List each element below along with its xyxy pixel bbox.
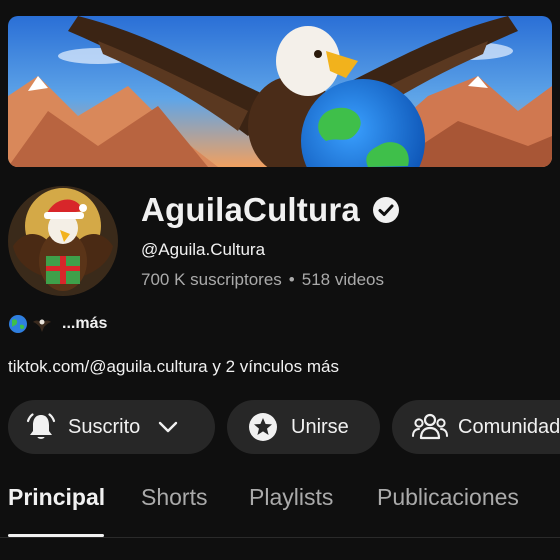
globe-emoji-icon <box>9 315 27 333</box>
verified-check-icon <box>372 197 399 223</box>
tab-publicaciones[interactable]: Publicaciones <box>377 484 519 511</box>
subscribed-button[interactable]: Suscrito <box>8 400 215 454</box>
subscribed-label: Suscrito <box>68 415 141 438</box>
channel-title: AguilaCultura <box>141 190 400 230</box>
channel-banner <box>8 16 552 167</box>
join-label: Unirse <box>291 415 349 438</box>
action-buttons: Suscrito Unirse Comunidad <box>8 400 560 454</box>
channel-description[interactable]: ...más <box>8 314 107 334</box>
community-label: Comunidad <box>458 415 560 438</box>
channel-tabs: Principal Shorts Playlists Publicaciones <box>0 484 560 540</box>
join-button[interactable]: Unirse <box>227 400 380 454</box>
subscriber-count: 700 K suscriptores <box>141 270 282 289</box>
video-count: 518 videos <box>301 270 384 289</box>
channel-name: AguilaCultura <box>141 191 360 228</box>
description-more-link[interactable]: ...más <box>62 315 107 333</box>
tab-shorts[interactable]: Shorts <box>141 484 207 511</box>
tab-playlists[interactable]: Playlists <box>249 484 333 511</box>
tabs-divider <box>0 537 560 538</box>
channel-handle: @Aguila.Cultura <box>141 240 266 259</box>
community-button[interactable]: Comunidad <box>392 400 560 454</box>
stats-separator: • <box>288 270 295 289</box>
bell-icon <box>26 413 56 439</box>
star-icon <box>249 413 277 441</box>
eagle-emoji-icon <box>33 319 51 332</box>
chevron-down-icon <box>159 421 178 433</box>
channel-links[interactable]: tiktok.com/@aguila.cultura y 2 vínculos … <box>8 357 339 377</box>
channel-avatar[interactable] <box>8 186 118 296</box>
people-icon <box>412 413 448 440</box>
tab-principal[interactable]: Principal <box>8 484 105 511</box>
channel-stats: 700 K suscriptores • 518 videos <box>141 270 384 290</box>
